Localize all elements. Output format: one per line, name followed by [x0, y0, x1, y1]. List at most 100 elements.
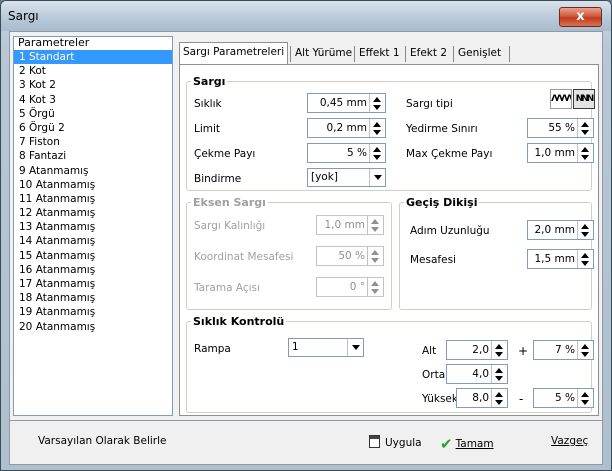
- yedirme-siniri-spinner[interactable]: 55 %: [527, 118, 594, 138]
- tab-separator: [453, 46, 454, 62]
- spinner-arrows[interactable]: [367, 247, 383, 265]
- parameter-list-item[interactable]: 16 Atanmamış: [14, 263, 172, 277]
- yedirme-siniri-value: 55 %: [548, 122, 575, 134]
- tab-separator: [405, 46, 406, 62]
- cekme-payi-value: 5 %: [347, 147, 367, 159]
- parameter-list-item[interactable]: 8 Fantazi: [14, 149, 172, 163]
- yuksek-percent-spinner[interactable]: 5 %: [533, 388, 594, 408]
- parameter-list-item[interactable]: 12 Atanmamış: [14, 206, 172, 220]
- parameter-list-item[interactable]: 19 Atanmamış: [14, 305, 172, 319]
- parameter-list-item[interactable]: 7 Fiston: [14, 135, 172, 149]
- siklik-spinner[interactable]: 0,45 mm: [307, 93, 386, 113]
- spinner-arrows[interactable]: [491, 389, 507, 407]
- zigzag-wide-icon[interactable]: NNN: [573, 89, 595, 109]
- tab-sargi-parametreleri[interactable]: Sargı Parametreleri: [179, 42, 289, 64]
- minus-sign: -: [519, 392, 524, 406]
- spinner-arrows[interactable]: [577, 144, 593, 162]
- spinner-arrows[interactable]: [491, 341, 507, 359]
- max-cekme-payi-spinner[interactable]: 1,0 mm: [527, 143, 594, 163]
- rampa-select[interactable]: 1: [288, 338, 364, 357]
- dialog-body: Parametreler 1 Standart 2 Kot 3 Kot 24 Kot…: [9, 31, 603, 421]
- alt-spinner[interactable]: 2,0: [446, 340, 508, 360]
- limit-spinner[interactable]: 0,2 mm: [307, 118, 386, 138]
- sargi-kalinligi-value: 1,0 mm: [324, 219, 366, 231]
- orta-value: 4,0: [472, 368, 489, 380]
- orta-spinner[interactable]: 4,0: [446, 364, 508, 384]
- yuksek-spinner[interactable]: 8,0: [456, 388, 508, 408]
- spinner-arrows[interactable]: [577, 119, 593, 137]
- ok-button[interactable]: ✔ Tamam: [440, 435, 494, 453]
- parameter-list-item[interactable]: 11 Atanmamış: [14, 192, 172, 206]
- bindirme-select[interactable]: [yok]: [307, 168, 386, 187]
- yuksek-value: 8,0: [472, 392, 489, 404]
- limit-label: Limit: [194, 123, 221, 135]
- zigzag-narrow-icon[interactable]: ΛΛΛΛ: [550, 89, 572, 109]
- set-default-button[interactable]: Varsayılan Olarak Belirle: [38, 435, 166, 447]
- adim-uzunlugu-spinner[interactable]: 2,0 mm: [527, 220, 594, 240]
- plus-sign: +: [518, 344, 529, 358]
- spinner-arrows[interactable]: [369, 94, 385, 112]
- parameter-list-item[interactable]: 5 Örgü: [14, 107, 172, 121]
- adim-uzunlugu-label: Adım Uzunluğu: [410, 225, 490, 237]
- alt-percent-spinner[interactable]: 7 %: [533, 340, 594, 360]
- parameter-list-item[interactable]: 2 Kot: [14, 64, 172, 78]
- tab-alt-yurume[interactable]: Alt Yürüme: [292, 44, 355, 64]
- parameter-list-item[interactable]: 9 Atanmamış: [14, 164, 172, 178]
- window-title: Sargı: [8, 9, 39, 23]
- yedirme-siniri-label: Yedirme Sınırı: [406, 123, 478, 135]
- dialog-footer: Varsayılan Olarak Belirle Uygula ✔ Tamam …: [9, 421, 603, 465]
- close-button[interactable]: x: [559, 7, 602, 27]
- spinner-arrows[interactable]: [369, 144, 385, 162]
- spinner-arrows[interactable]: [367, 216, 383, 234]
- limit-value: 0,2 mm: [326, 122, 368, 134]
- sargi-kalinligi-spinner[interactable]: 1,0 mm: [316, 215, 384, 235]
- ok-label: Tamam: [455, 438, 494, 450]
- rampa-label: Rampa: [194, 343, 231, 355]
- parameter-list[interactable]: Parametreler 1 Standart 2 Kot 3 Kot 24 Kot…: [13, 36, 173, 416]
- parameter-list-item[interactable]: 15 Atanmamış: [14, 249, 172, 263]
- tab-separator: [354, 46, 355, 62]
- tarama-acisi-spinner[interactable]: 0 °: [316, 277, 384, 297]
- spinner-arrows[interactable]: [577, 341, 593, 359]
- mesafesi-value: 1,5 mm: [534, 253, 576, 265]
- chevron-down-icon[interactable]: [347, 339, 363, 356]
- parameter-list-item[interactable]: 6 Örgü 2: [14, 121, 172, 135]
- spinner-arrows[interactable]: [367, 278, 383, 296]
- alt-value: 2,0: [472, 344, 489, 356]
- parameter-list-item[interactable]: 3 Kot 2: [14, 78, 172, 92]
- calculator-icon: [369, 435, 380, 448]
- sargi-dialog: Sargı x Parametreler 1 Standart 2 Kot 3 Ko…: [0, 0, 612, 471]
- cancel-button[interactable]: Vazgeç: [551, 435, 588, 447]
- cekme-payi-label: Çekme Payı: [194, 148, 256, 160]
- mesafesi-spinner[interactable]: 1,5 mm: [527, 249, 594, 269]
- bindirme-label: Bindirme: [194, 173, 242, 185]
- sargi-tipi-buttons: ΛΛΛΛ NNN: [550, 89, 596, 109]
- cekme-payi-spinner[interactable]: 5 %: [307, 143, 386, 163]
- yuksek-label: Yüksek: [422, 393, 458, 405]
- sargi-group-title: Sargı: [193, 75, 226, 88]
- spinner-arrows[interactable]: [577, 221, 593, 239]
- apply-button[interactable]: Uygula: [369, 435, 422, 449]
- title-bar[interactable]: Sargı x: [1, 1, 611, 31]
- koordinat-mesafesi-spinner[interactable]: 50 %: [316, 246, 384, 266]
- spinner-arrows[interactable]: [577, 389, 593, 407]
- parameter-list-item[interactable]: 10 Atanmamış: [14, 178, 172, 192]
- tab-effekt-1[interactable]: Effekt 1: [356, 44, 403, 64]
- parameter-list-item[interactable]: 20 Atanmamış: [14, 320, 172, 334]
- spinner-arrows[interactable]: [491, 365, 507, 383]
- parameter-list-item[interactable]: 14 Atanmamış: [14, 234, 172, 248]
- parameter-list-item[interactable]: 1 Standart: [14, 50, 172, 65]
- siklik-label: Sıklık: [194, 98, 222, 110]
- tab-genislet[interactable]: Genişlet: [455, 44, 504, 64]
- parameter-list-item[interactable]: 17 Atanmamış: [14, 277, 172, 291]
- spinner-arrows[interactable]: [577, 250, 593, 268]
- spinner-arrows[interactable]: [369, 119, 385, 137]
- chevron-down-icon[interactable]: [369, 169, 385, 186]
- alt-percent-value: 7 %: [555, 344, 575, 356]
- parameter-list-item[interactable]: 13 Atanmamış: [14, 220, 172, 234]
- parameter-list-item[interactable]: 18 Atanmamış: [14, 291, 172, 305]
- tab-panel-sargi-parametreleri: Sargı Sıklık 0,45 mm Limit 0,2 mm Çekme …: [179, 64, 599, 416]
- eksen-sargi-group-title: Eksen Sargı: [193, 196, 266, 209]
- parameter-list-item[interactable]: 4 Kot 3: [14, 93, 172, 107]
- tab-efekt-2[interactable]: Efekt 2: [407, 44, 450, 64]
